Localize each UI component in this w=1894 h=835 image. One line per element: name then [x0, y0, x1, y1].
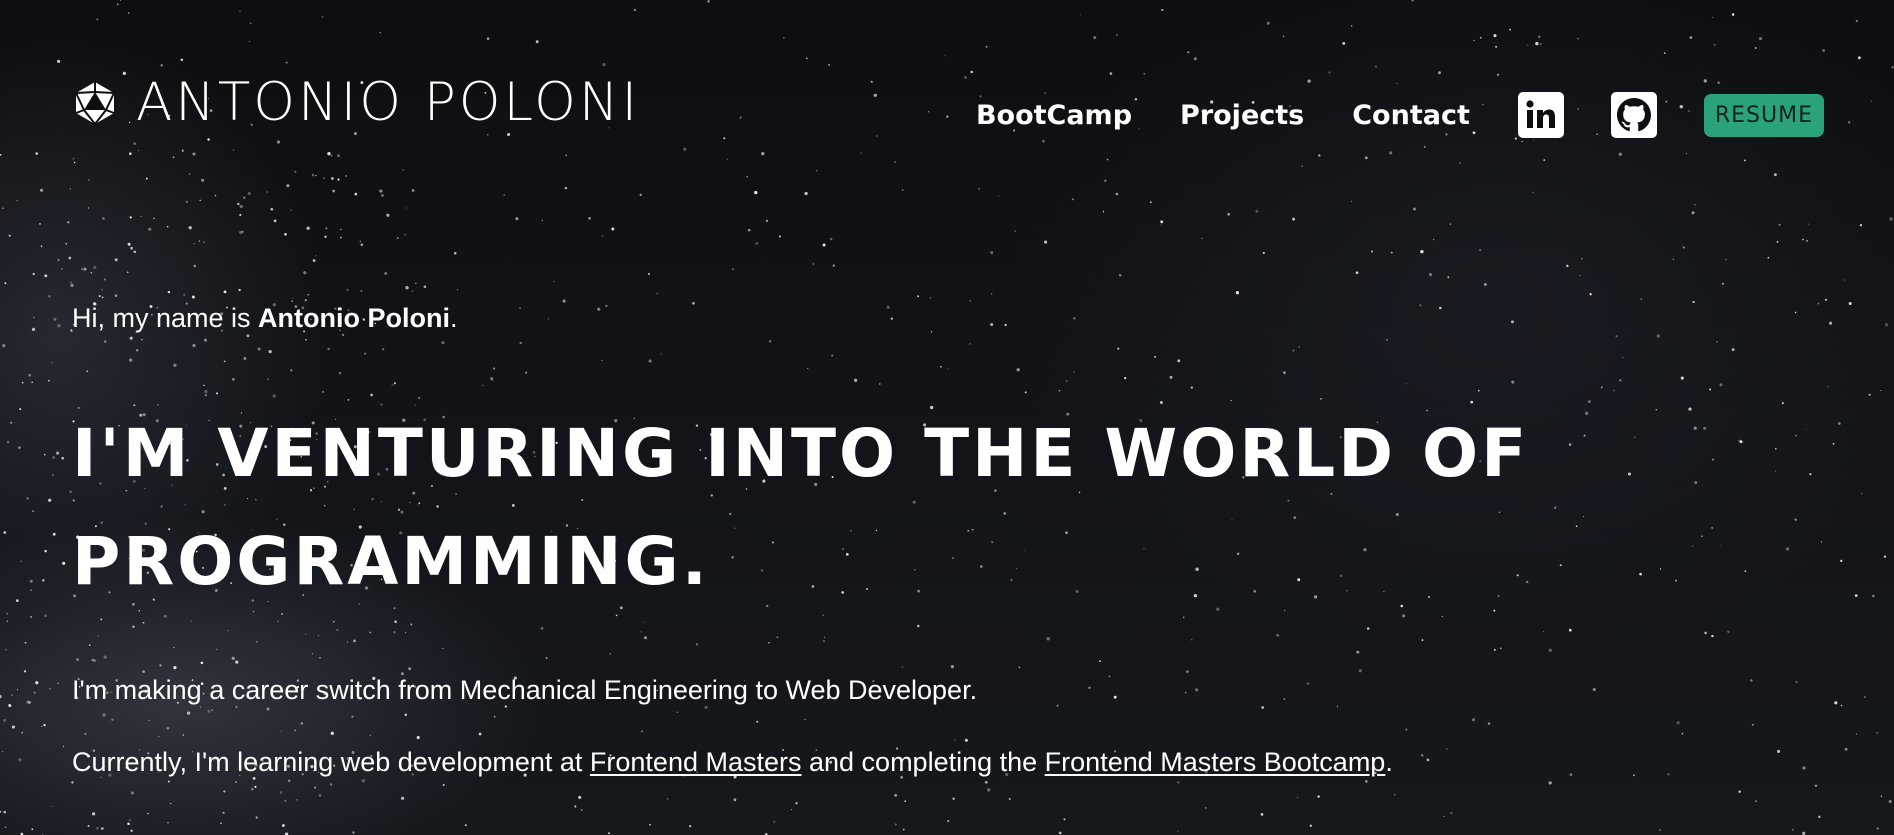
- linkedin-link[interactable]: [1517, 92, 1564, 138]
- resume-button[interactable]: RESUME: [1703, 93, 1824, 137]
- nav-link-bootcamp[interactable]: BootCamp: [976, 100, 1132, 131]
- hero-headline: I'M VENTURING INTO THE WORLD OF PROGRAMM…: [72, 415, 1530, 600]
- site-title: ANTONIO POLONI: [136, 72, 641, 133]
- greeting: Hi, my name is Antonio Poloni.: [72, 303, 458, 334]
- intro-paragraph: I'm making a career switch from Mechanic…: [72, 675, 978, 705]
- github-icon: [1616, 98, 1651, 132]
- nav-link-contact[interactable]: Contact: [1352, 100, 1470, 131]
- github-link[interactable]: [1610, 92, 1657, 138]
- learning-paragraph: Currently, I'm learning web development …: [72, 747, 1393, 778]
- frontend-masters-bootcamp-link[interactable]: Frontend Masters Bootcamp: [1045, 747, 1386, 777]
- learning-suffix: .: [1385, 747, 1393, 777]
- nav-link-projects[interactable]: Projects: [1180, 100, 1304, 131]
- site-logo[interactable]: ANTONIO POLONI: [72, 76, 640, 129]
- main-nav: BootCamp Projects Contact RESUME: [976, 92, 1824, 138]
- linkedin-icon: [1526, 100, 1555, 128]
- frontend-masters-link[interactable]: Frontend Masters: [590, 747, 802, 777]
- d20-dice-icon: [75, 81, 115, 126]
- learning-prefix: Currently, I'm learning web development …: [72, 747, 590, 777]
- greeting-prefix: Hi, my name is: [72, 303, 259, 333]
- hero-page: ANTONIO POLONI BootCamp Projects Contact…: [0, 0, 1894, 835]
- greeting-name: Antonio Poloni: [258, 303, 450, 333]
- greeting-suffix: .: [450, 303, 458, 333]
- learning-middle: and completing the: [801, 747, 1045, 777]
